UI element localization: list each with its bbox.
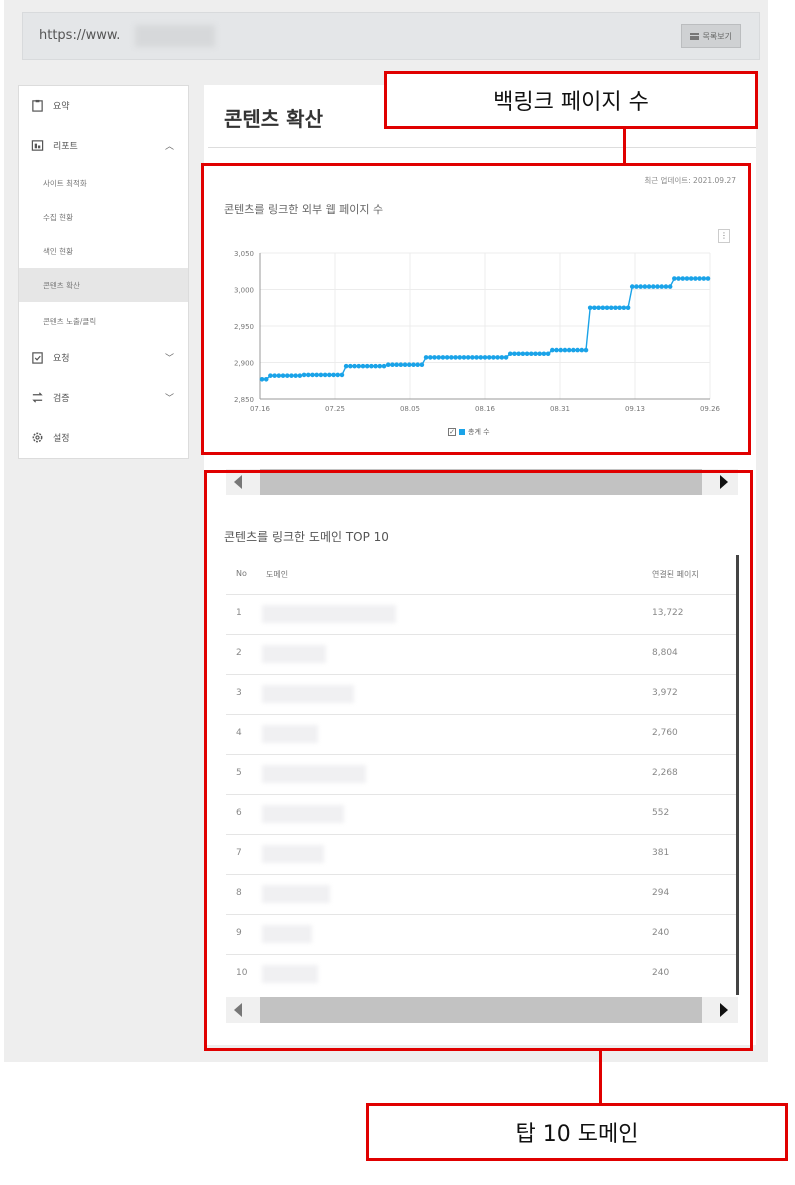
annotation-connector (599, 1051, 602, 1103)
annotation-backlink-box (201, 163, 751, 455)
url-text: https://www. (39, 28, 121, 43)
sidebar-item-label: 요약 (53, 101, 70, 112)
chevron-down-icon: ﹀ (164, 393, 174, 404)
annotation-backlink-label: 백링크 페이지 수 (384, 71, 758, 129)
sidebar-item-label: 검증 (53, 393, 70, 404)
clipboard-icon (32, 99, 43, 112)
list-icon (689, 32, 699, 40)
annotation-connector (623, 129, 626, 163)
annotation-top10-box (204, 470, 753, 1051)
divider (208, 147, 756, 148)
sidebar-item-label: 설정 (53, 433, 70, 444)
sidebar: 요약 리포트 ︿ 사이트 최적화 수집 현황 색인 현황 콘텐츠 확산 콘텐츠 … (18, 85, 189, 459)
check-doc-icon (32, 351, 43, 364)
report-icon (31, 139, 44, 151)
sidebar-item-report[interactable]: 리포트 ︿ (19, 128, 188, 162)
sidebar-item-verify[interactable]: 검증 ﹀ (19, 380, 188, 414)
sidebar-sub-content-exposure[interactable]: 콘텐츠 노출/클릭 (19, 304, 188, 338)
transfer-icon (32, 391, 43, 403)
annotation-top10-label: 탑 10 도메인 (366, 1103, 788, 1161)
page-title: 콘텐츠 확산 (224, 107, 323, 131)
sidebar-item-label: 리포트 (53, 141, 78, 152)
sidebar-sub-crawl-status[interactable]: 수집 현황 (19, 200, 188, 234)
sidebar-item-label: 요청 (53, 353, 70, 364)
sidebar-item-settings[interactable]: 설정 (19, 420, 188, 454)
gear-icon (32, 432, 43, 442)
list-view-button[interactable]: 목록보기 (680, 24, 741, 48)
url-redacted (135, 25, 215, 47)
sidebar-sub-index-status[interactable]: 색인 현황 (19, 234, 188, 268)
url-bar[interactable]: https://www. 목록보기 (22, 12, 760, 60)
sidebar-item-summary[interactable]: 요약 (19, 88, 188, 122)
chevron-down-icon: ﹀ (164, 353, 174, 364)
sidebar-item-request[interactable]: 요청 ﹀ (19, 340, 188, 374)
sidebar-sub-content-spread[interactable]: 콘텐츠 확산 (19, 268, 188, 302)
sidebar-sub-site-optimization[interactable]: 사이트 최적화 (19, 166, 188, 200)
chevron-up-icon: ︿ (164, 141, 174, 152)
list-view-label: 목록보기 (702, 31, 732, 41)
